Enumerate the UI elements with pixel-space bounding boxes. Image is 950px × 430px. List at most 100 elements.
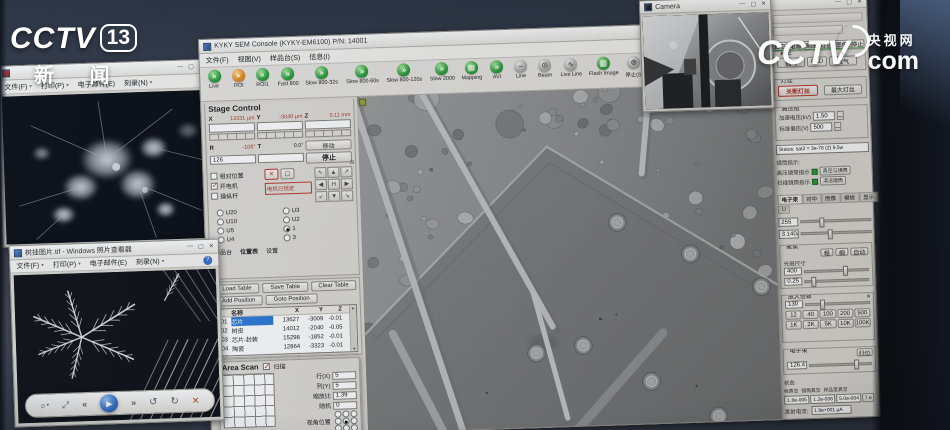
toolbar-button-slow32[interactable]: »Slow 800-32s (303, 65, 340, 86)
rotate-cw-icon[interactable]: ↻ (170, 396, 179, 407)
stage-quick-button-b[interactable]: ▢ (280, 168, 294, 179)
dpad-up-right[interactable]: ↗ (340, 166, 352, 177)
rotate-ccw-icon[interactable]: ↺ (149, 396, 158, 407)
stage-z-input[interactable] (305, 119, 351, 130)
slideshow-button[interactable]: ▶ (100, 394, 119, 413)
dpad-down[interactable]: ▼ (328, 191, 340, 202)
fit-to-window-icon[interactable]: ⤢ (62, 399, 70, 410)
view-position-radio[interactable] (350, 424, 357, 430)
joystick-checkbox[interactable] (211, 192, 218, 199)
mag-preset-button[interactable]: 10K (837, 319, 853, 329)
menu-file[interactable]: 文件(F) (205, 55, 228, 66)
maximize-button[interactable]: ▢ (188, 63, 194, 70)
delete-icon[interactable]: ✕ (192, 395, 200, 406)
close-button[interactable]: ✕ (209, 243, 214, 250)
tab-centering[interactable]: 对中 (802, 194, 821, 205)
speed-radio-u10[interactable] (217, 218, 224, 225)
close-button[interactable]: ✕ (857, 0, 862, 5)
stage-tab-positions[interactable]: 位置表 (240, 246, 258, 256)
scan-grid[interactable] (222, 373, 276, 429)
menu-print[interactable]: 打印(P)▾ (53, 259, 81, 270)
scroll-up-icon[interactable]: ▲ (351, 305, 355, 310)
menu-stage[interactable]: 样品台(S) (270, 52, 301, 63)
stage-x-input[interactable] (209, 122, 255, 133)
menu-email[interactable]: 电子邮件(E) (90, 258, 128, 269)
menu-burn[interactable]: 刻录(N)▾ (136, 256, 165, 267)
previous-icon[interactable]: « (82, 399, 87, 409)
dpad-down-left[interactable]: ↙ (315, 191, 327, 202)
menu-burn[interactable]: 刻录(N)▾ (124, 77, 153, 88)
close-icon[interactable]: ✕ (866, 294, 871, 300)
sub-tab-u[interactable]: U (778, 206, 790, 214)
stage-move-button[interactable]: 移动 (305, 139, 351, 151)
filament-off-button[interactable]: 关断灯丝 (778, 85, 818, 97)
mag-preset-button[interactable]: 40 (802, 310, 818, 320)
speed-radio-1[interactable] (283, 225, 290, 232)
dpad-home[interactable]: H (328, 179, 340, 190)
relative-position-checkbox[interactable] (210, 172, 217, 179)
sem-image[interactable] (357, 83, 783, 430)
current-input[interactable]: 3.140A (779, 229, 799, 239)
toolbar-button-avi[interactable]: »AVI (487, 60, 508, 81)
stage-stop-button[interactable]: 停止 (306, 151, 352, 164)
maximize-button[interactable]: ▢ (198, 243, 204, 250)
next-icon[interactable]: » (131, 397, 136, 407)
speed-radio-u2[interactable] (283, 216, 290, 223)
stage-t-input[interactable] (258, 153, 304, 164)
menu-print[interactable]: 打印(P)▾ (41, 80, 69, 91)
menu-email[interactable]: 电子邮件(E) (78, 78, 116, 89)
mag-preset-button[interactable]: 100K (854, 318, 870, 328)
magnification-slider[interactable] (805, 301, 870, 306)
save-table-button[interactable]: Save Table (262, 282, 308, 293)
beam-value-input[interactable]: 126.4 (787, 361, 807, 370)
toolbar-button-line[interactable]: –Line (511, 59, 532, 80)
focus-coarse-button[interactable]: 粗 (820, 248, 833, 256)
toolbar-button-liveline[interactable]: ∿Live Line (559, 57, 584, 78)
help-icon[interactable]: ? (203, 255, 212, 264)
bias-voltage-input[interactable]: 500 (810, 122, 832, 132)
mag-preset-button[interactable]: 1K (786, 320, 802, 330)
minimize-button[interactable]: — (187, 243, 193, 250)
zoom-icon[interactable]: ⌕▾ (40, 400, 49, 411)
vent-button[interactable]: 放气 (829, 55, 857, 66)
toolbar-button-slow2000[interactable]: »Slow 2000 (428, 62, 457, 83)
scan-indicator-button[interactable]: 清洁镜筒 (820, 176, 846, 186)
table-vscrollbar[interactable]: ▲ ▼ (349, 305, 358, 351)
dpad-down-right[interactable]: ↘ (341, 190, 353, 201)
spot-size-slider[interactable] (804, 268, 869, 273)
stage-r-input[interactable]: 126 (210, 154, 256, 165)
toolbar-button-live[interactable]: »Live (204, 69, 225, 90)
dpad-up[interactable]: ▲ (327, 167, 339, 178)
mag-preset-button[interactable]: 12 (785, 310, 801, 320)
dpad-left[interactable]: ◀ (315, 179, 327, 190)
tab-template[interactable]: 模板 (840, 192, 859, 203)
minimize-button[interactable]: — (835, 0, 841, 6)
tab-electron-beam[interactable]: 电子束 (777, 194, 802, 205)
toolbar-button-flash[interactable]: ▦Flash Image (587, 56, 621, 77)
old-button[interactable]: OLD (807, 56, 827, 67)
menu-file[interactable]: 文件(F)▾ (16, 260, 44, 271)
menu-info[interactable]: 信息(I) (309, 51, 330, 62)
focus-fine-button[interactable]: 细 (835, 248, 848, 256)
mag-preset-button[interactable]: 2K (803, 320, 819, 330)
speed-radio-u3[interactable] (283, 207, 290, 214)
filament-max-button[interactable]: 最大灯丝 (824, 84, 862, 95)
mag-preset-button[interactable]: 100 (820, 309, 836, 319)
area-scan-checkbox[interactable] (262, 363, 269, 370)
magnification-input[interactable]: 130 (785, 300, 803, 309)
toolbar-button-beam[interactable]: ⊙Beam (535, 58, 556, 79)
minimize-button[interactable]: — (177, 64, 183, 71)
bias-voltage-spinner[interactable] (834, 122, 841, 131)
speed-radio-3[interactable] (283, 234, 290, 241)
stage-quick-button-a[interactable]: ✕ (264, 169, 278, 180)
toolbar-button-roi[interactable]: »ROI (228, 69, 249, 90)
dpad-right[interactable]: ▶ (341, 178, 353, 189)
view-position-radio[interactable] (342, 424, 349, 430)
toolbar-button-mapping[interactable]: ▦Mapping (460, 61, 484, 82)
mag-preset-button[interactable]: 200 (837, 309, 853, 319)
view-position-radio[interactable] (334, 425, 341, 430)
speed-radio-u5[interactable] (217, 227, 224, 234)
menu-file[interactable]: 文件(F)▾ (4, 81, 32, 92)
menu-view[interactable]: 视图(V) (237, 54, 261, 65)
toolbar-button-roi1[interactable]: »ROI1 (252, 68, 273, 89)
